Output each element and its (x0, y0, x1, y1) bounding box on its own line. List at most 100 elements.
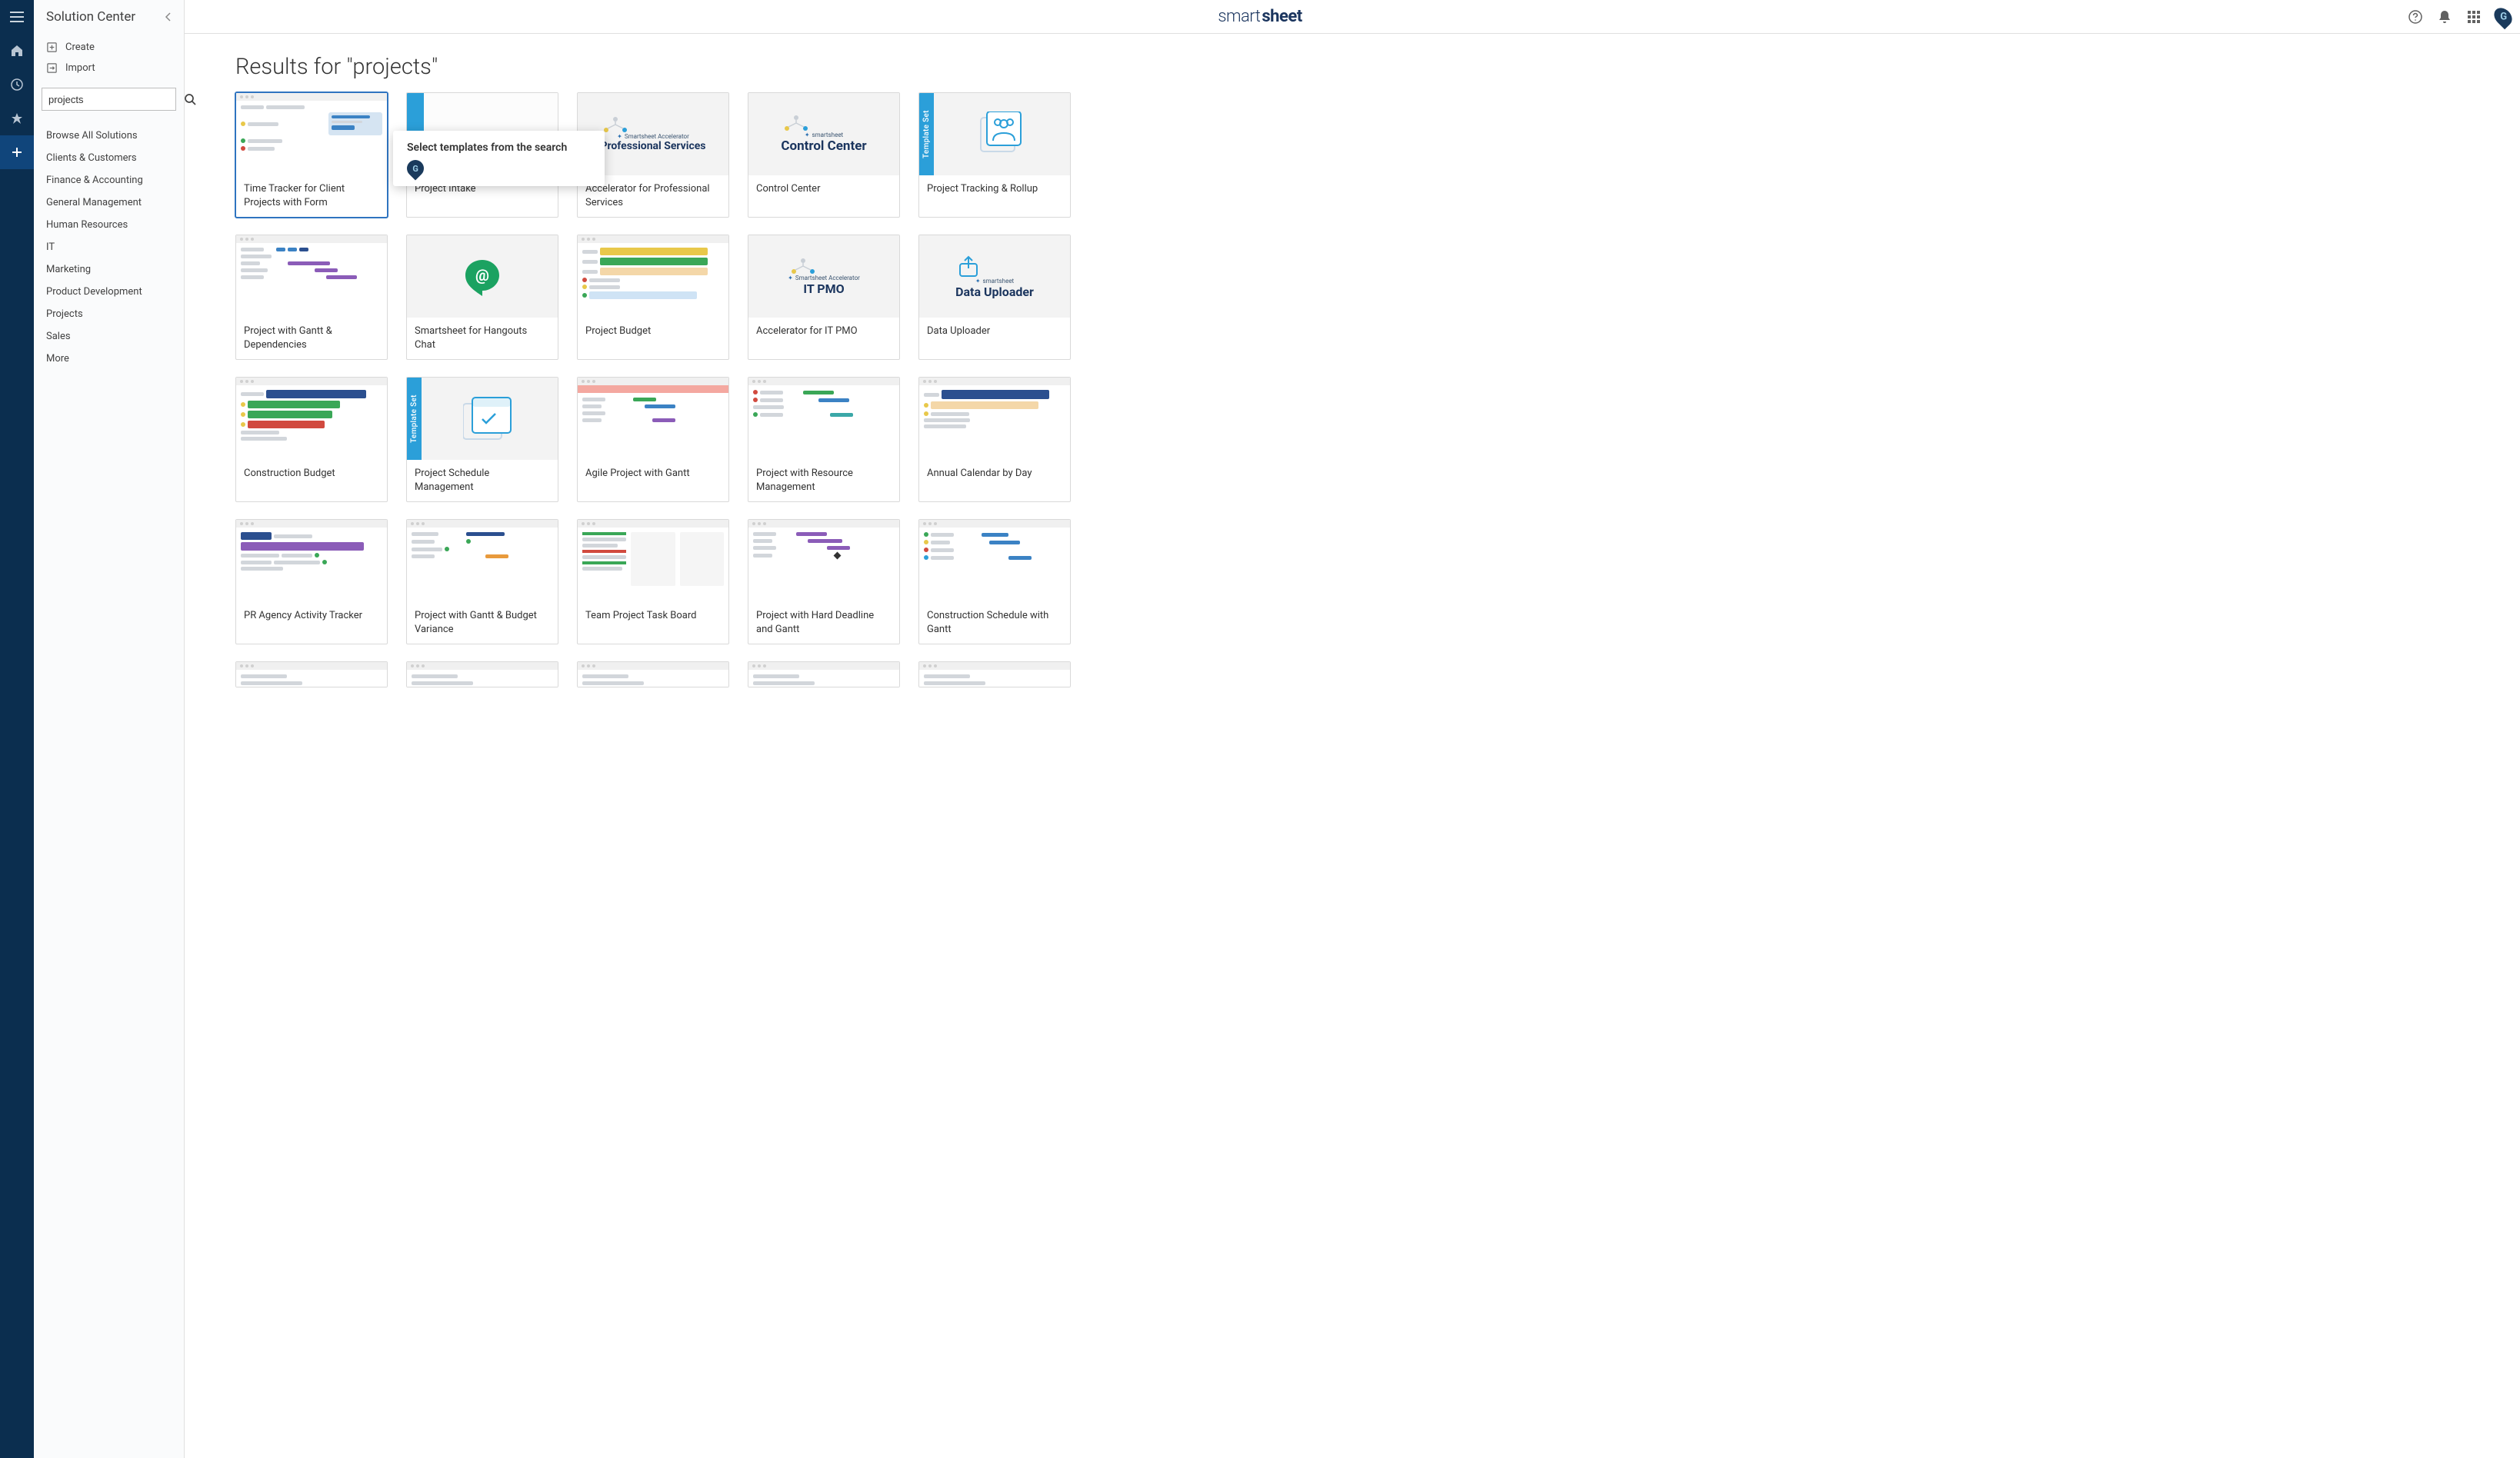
sidebar: Solution Center Create Import Browse All… (34, 0, 185, 1458)
card-title: Project with Resource Management (748, 460, 899, 501)
category-item[interactable]: IT (34, 236, 184, 258)
category-item[interactable]: Browse All Solutions (34, 125, 184, 147)
card-title: Data Uploader (919, 318, 1070, 346)
template-card[interactable]: Template SetProject Tracking & Rollup (918, 92, 1071, 218)
import-label: Import (65, 62, 95, 74)
card-thumb (919, 378, 1070, 460)
topbar: smartsheet G (0, 0, 2520, 34)
template-card[interactable]: Project with Resource Management (748, 377, 900, 502)
card-thumb (919, 520, 1070, 602)
card-title: Construction Schedule with Gantt (919, 602, 1070, 644)
card-thumb (748, 662, 899, 687)
template-card[interactable]: ✦ smartsheetData UploaderData Uploader (918, 235, 1071, 360)
left-rail (0, 0, 34, 1458)
callout-text: Select templates from the search (407, 141, 591, 154)
card-title: Team Project Task Board (578, 602, 728, 631)
card-title: Control Center (748, 175, 899, 204)
template-card[interactable]: Project with Gantt & Budget Variance (406, 519, 558, 644)
template-card[interactable] (406, 661, 558, 687)
card-title: Project Budget (578, 318, 728, 346)
results-heading: Results for "projects" (235, 54, 2497, 80)
account-avatar[interactable]: G (2495, 9, 2511, 25)
template-card[interactable] (918, 661, 1071, 687)
card-title: Smartsheet for Hangouts Chat (407, 318, 558, 359)
card-thumb: Template Set (407, 378, 558, 460)
app-logo: smartsheet (1218, 7, 1302, 26)
card-title: PR Agency Activity Tracker (236, 602, 387, 631)
template-card[interactable] (577, 661, 729, 687)
help-icon[interactable] (2408, 9, 2423, 25)
card-thumb (919, 662, 1070, 687)
guide-callout: Select templates from the search G (393, 131, 605, 186)
notifications-icon[interactable] (2437, 9, 2452, 25)
card-thumb (236, 93, 387, 175)
category-item[interactable]: General Management (34, 191, 184, 214)
category-item[interactable]: Sales (34, 325, 184, 348)
template-card[interactable]: Annual Calendar by Day (918, 377, 1071, 502)
collapse-sidebar-icon[interactable] (159, 8, 178, 26)
category-item[interactable]: Human Resources (34, 214, 184, 236)
template-card[interactable]: Construction Budget (235, 377, 388, 502)
sidebar-actions: Create Import (34, 34, 184, 82)
template-card[interactable]: Project Budget (577, 235, 729, 360)
template-card[interactable]: Project with Hard Deadline and Gantt (748, 519, 900, 644)
template-card[interactable]: @ Smartsheet for Hangouts Chat (406, 235, 558, 360)
template-card[interactable]: Construction Schedule with Gantt (918, 519, 1071, 644)
template-set-badge: Template Set (407, 378, 422, 460)
template-card[interactable]: Time Tracker for Client Projects with Fo… (235, 92, 388, 218)
card-thumb (236, 662, 387, 687)
card-title: Construction Budget (236, 460, 387, 488)
card-thumb (578, 235, 728, 318)
menu-icon[interactable] (0, 0, 34, 34)
card-thumb (578, 662, 728, 687)
apps-icon[interactable] (2466, 9, 2482, 25)
favorites-icon[interactable] (0, 102, 34, 135)
card-title: Project Schedule Management (407, 460, 558, 501)
create-icon[interactable] (0, 135, 34, 169)
card-title: Project with Gantt & Dependencies (236, 318, 387, 359)
template-card[interactable]: Template SetProject Schedule Management (406, 377, 558, 502)
category-item[interactable]: Product Development (34, 281, 184, 303)
card-thumb: @ (407, 235, 558, 318)
card-title: Time Tracker for Client Projects with Fo… (236, 175, 387, 217)
card-thumb (578, 378, 728, 460)
template-set-badge: Template Set (919, 93, 934, 175)
category-item[interactable]: More (34, 348, 184, 370)
card-thumb: ✦ smartsheetControl Center (748, 93, 899, 175)
home-icon[interactable] (0, 34, 34, 68)
template-card[interactable]: ✦ Smartsheet AcceleratorIT PMOAccelerato… (748, 235, 900, 360)
category-item[interactable]: Clients & Customers (34, 147, 184, 169)
card-thumb (407, 520, 558, 602)
card-title: Project with Hard Deadline and Gantt (748, 602, 899, 644)
sidebar-title: Solution Center (46, 9, 135, 25)
card-title: Annual Calendar by Day (919, 460, 1070, 488)
sidebar-header: Solution Center (34, 0, 184, 34)
recent-icon[interactable] (0, 68, 34, 102)
template-card[interactable]: Team Project Task Board (577, 519, 729, 644)
import-action[interactable]: Import (34, 58, 184, 78)
category-item[interactable]: Projects (34, 303, 184, 325)
card-thumb (236, 235, 387, 318)
search-wrap (34, 82, 184, 117)
card-thumb (407, 662, 558, 687)
category-item[interactable]: Marketing (34, 258, 184, 281)
main-content: Results for "projects" Time Tracker for … (185, 34, 2520, 1458)
callout-pin-icon: G (403, 156, 427, 180)
create-action[interactable]: Create (34, 37, 184, 58)
card-thumb (578, 520, 728, 602)
template-card[interactable]: Agile Project with Gantt (577, 377, 729, 502)
card-thumb (236, 520, 387, 602)
template-card[interactable]: ✦ smartsheetControl CenterControl Center (748, 92, 900, 218)
card-thumb (748, 520, 899, 602)
template-card[interactable] (235, 661, 388, 687)
search-input[interactable] (48, 94, 184, 105)
template-card[interactable]: PR Agency Activity Tracker (235, 519, 388, 644)
card-thumb: Template Set (919, 93, 1070, 175)
svg-text:@: @ (475, 266, 489, 285)
template-card[interactable] (748, 661, 900, 687)
card-thumb (748, 378, 899, 460)
template-card[interactable]: Project with Gantt & Dependencies (235, 235, 388, 360)
card-title: Accelerator for IT PMO (748, 318, 899, 346)
card-title: Project with Gantt & Budget Variance (407, 602, 558, 644)
category-item[interactable]: Finance & Accounting (34, 169, 184, 191)
